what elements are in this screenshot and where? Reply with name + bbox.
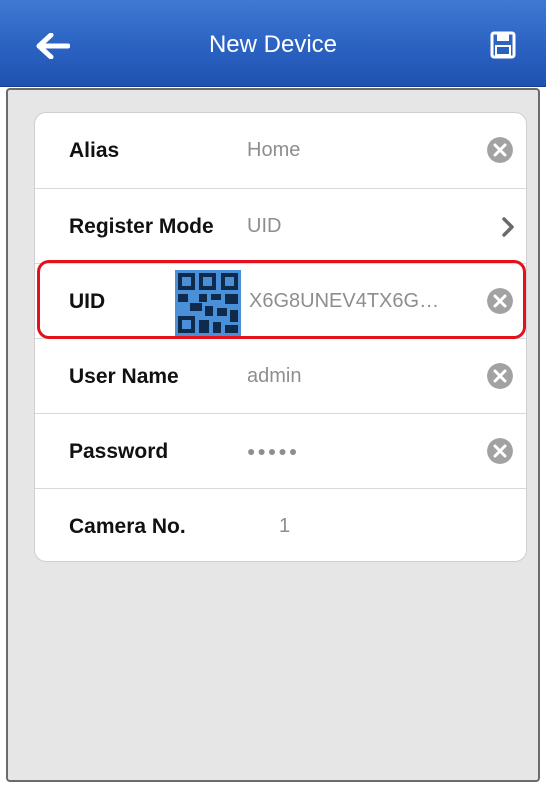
user-name-label: User Name bbox=[69, 365, 179, 388]
register-mode-value: UID bbox=[247, 215, 282, 237]
page-title: New Device bbox=[208, 31, 338, 58]
qr-code-icon[interactable] bbox=[175, 270, 241, 336]
clear-icon[interactable] bbox=[487, 137, 513, 163]
alias-row[interactable]: Alias Home bbox=[35, 113, 526, 188]
password-row[interactable]: Password ●●●●● bbox=[35, 413, 526, 489]
camera-no-label: Camera No. bbox=[69, 515, 186, 538]
save-icon[interactable] bbox=[490, 31, 516, 59]
clear-icon[interactable] bbox=[487, 363, 513, 389]
clear-icon[interactable] bbox=[487, 438, 513, 464]
register-mode-row[interactable]: Register Mode UID bbox=[35, 188, 526, 263]
alias-field[interactable]: Home bbox=[247, 113, 300, 188]
uid-row[interactable]: UID X6G8UNEV4TX6G… bbox=[35, 263, 526, 339]
nav-bar: New Device bbox=[0, 0, 546, 87]
clear-icon[interactable] bbox=[487, 288, 513, 314]
password-field[interactable]: ●●●●● bbox=[247, 414, 299, 489]
device-form: Alias Home Register Mode UID UID X6G8UNE… bbox=[34, 112, 527, 562]
password-label: Password bbox=[69, 440, 169, 463]
user-name-row[interactable]: User Name admin bbox=[35, 338, 526, 414]
uid-label: UID bbox=[69, 290, 106, 313]
uid-field[interactable]: X6G8UNEV4TX6G… bbox=[249, 264, 439, 339]
alias-label: Alias bbox=[69, 139, 120, 162]
user-name-field[interactable]: admin bbox=[247, 339, 301, 414]
chevron-right-icon[interactable] bbox=[501, 217, 515, 237]
camera-no-field[interactable]: 1 bbox=[279, 489, 290, 561]
camera-no-row[interactable]: Camera No. 1 bbox=[35, 488, 526, 561]
register-mode-label: Register Mode bbox=[69, 215, 214, 238]
